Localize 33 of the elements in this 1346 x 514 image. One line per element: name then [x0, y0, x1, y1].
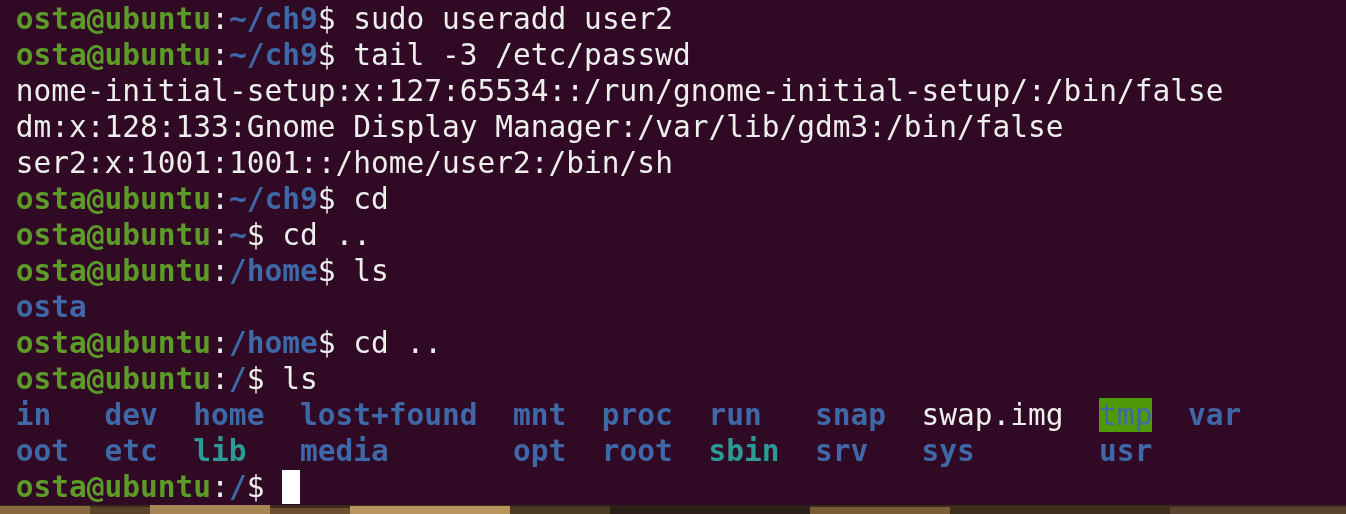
file-name: home	[193, 398, 265, 432]
prompt-line: osta@ubuntu:/home$ ls	[15, 253, 389, 289]
file-name: var	[1187, 398, 1242, 432]
prompt-line: osta@ubuntu:~/ch9$ cd	[15, 181, 389, 217]
output-line: ser2:x:1001:1001::/home/user2:/bin/sh	[15, 145, 673, 181]
file-name: lost+found	[299, 398, 478, 432]
prompt-line: osta@ubuntu:~$ cd ..	[15, 217, 371, 253]
file-name: osta	[15, 290, 87, 324]
file-name: dev	[104, 398, 158, 432]
prompt-line: osta@ubuntu:/$ ls	[15, 361, 318, 397]
file-name: mnt	[513, 398, 567, 432]
file-name: sbin	[708, 434, 780, 468]
output-line: dm:x:128:133:Gnome Display Manager:/var/lib/gdm3:/bin/false	[15, 109, 1064, 145]
file-name: in	[15, 398, 52, 432]
prompt-line: osta@ubuntu:/home$ cd ..	[15, 325, 443, 361]
file-name: etc	[104, 434, 158, 468]
file-name: oot	[15, 434, 70, 468]
prompt-line: osta@ubuntu:~/ch9$ sudo useradd user2	[15, 1, 673, 37]
file-name: swap.img	[921, 398, 1064, 432]
output-line: nome-initial-setup:x:127:65534::/run/gnome-initial-setup/:/bin/false	[15, 73, 1224, 109]
file-name: snap	[814, 398, 886, 432]
prompt-line: osta@ubuntu:/$	[15, 469, 265, 505]
file-name: srv	[814, 434, 869, 468]
file-name: run	[708, 398, 762, 432]
file-name: usr	[1099, 434, 1153, 468]
file-name: sys	[921, 434, 975, 468]
file-name: lib	[193, 434, 247, 468]
file-name: root	[601, 434, 673, 468]
file-name: opt	[513, 434, 567, 468]
file-name: proc	[601, 398, 673, 432]
file-name: tmp	[1099, 398, 1153, 432]
file-name: media	[299, 434, 389, 468]
prompt-line: osta@ubuntu:~/ch9$ tail -3 /etc/passwd	[15, 37, 691, 73]
